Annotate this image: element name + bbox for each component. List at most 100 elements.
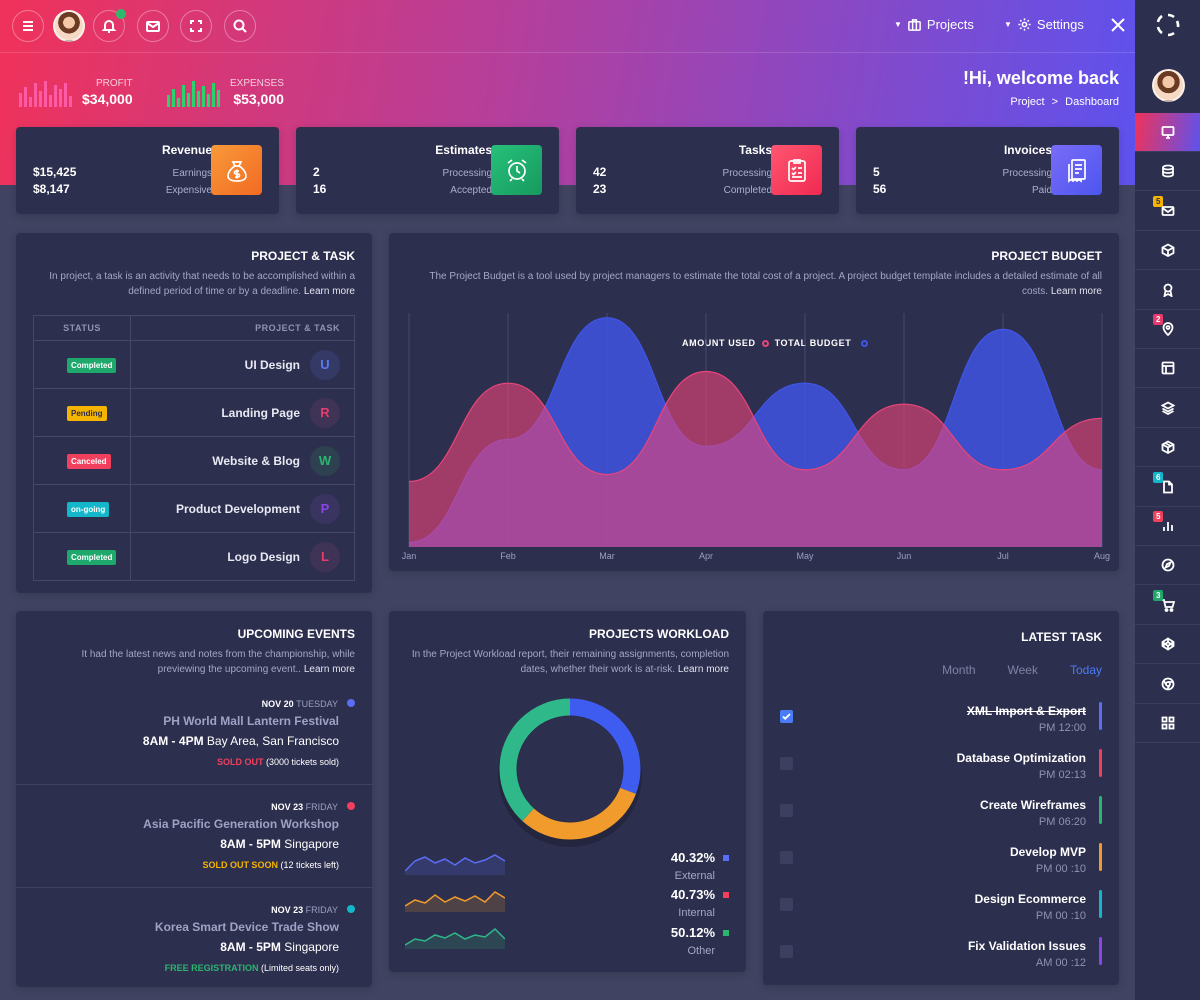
task-item: Develop MVP PM 00 :10 bbox=[763, 843, 1119, 890]
project-task-table: STATUS PROJECT & TASK Completed UI Desig… bbox=[33, 315, 355, 581]
messages-button[interactable] bbox=[137, 10, 169, 42]
legend-square bbox=[723, 929, 729, 936]
task-checkbox[interactable] bbox=[780, 851, 793, 864]
task-name: Design Ecommerce bbox=[974, 892, 1086, 906]
sidebar-item-package[interactable] bbox=[1135, 428, 1200, 468]
sidebar-item-box[interactable] bbox=[1135, 231, 1200, 271]
task-checkbox[interactable] bbox=[780, 898, 793, 911]
sidebar-item-award[interactable] bbox=[1135, 271, 1200, 310]
workload-row: 40.32% External bbox=[671, 849, 729, 882]
table-row[interactable]: Pending Landing Page R bbox=[33, 388, 355, 437]
status-badge: Completed bbox=[67, 549, 117, 565]
task-item: Create Wireframes PM 06:20 bbox=[763, 796, 1119, 843]
compass-icon bbox=[1161, 558, 1174, 572]
description-line: In project, a task is an activity that n… bbox=[49, 271, 355, 282]
task-checkbox[interactable] bbox=[780, 710, 793, 723]
task-checkbox[interactable] bbox=[780, 945, 793, 958]
tab-month[interactable]: Month bbox=[942, 663, 975, 677]
learn-more-link[interactable]: Learn more bbox=[1051, 286, 1102, 297]
sidebar-item-mail[interactable]: 5 bbox=[1135, 192, 1200, 231]
event-ticket-info: SOLD OUT (3000 tickets sold) bbox=[217, 757, 339, 767]
logo-icon[interactable] bbox=[1155, 12, 1181, 38]
task-checkbox[interactable] bbox=[780, 804, 793, 817]
sidebar-item-monitor[interactable] bbox=[1135, 113, 1200, 152]
event-item[interactable]: NOV 20 TUESDAY PH World Mall Lantern Fes… bbox=[16, 683, 372, 785]
sidebar-item-bar-chart[interactable]: 5 bbox=[1135, 507, 1200, 546]
learn-more-link[interactable]: Learn more bbox=[304, 286, 355, 297]
breadcrumb-root[interactable]: Project bbox=[1010, 96, 1044, 108]
search-button[interactable] bbox=[224, 10, 256, 42]
codepen-icon bbox=[1161, 637, 1174, 651]
project-initial-avatar: P bbox=[310, 493, 340, 524]
sidebar-item-map-pin[interactable]: 2 bbox=[1135, 310, 1200, 349]
status-badge: Pending bbox=[67, 405, 107, 421]
sidebar-badge: 5 bbox=[1153, 195, 1164, 207]
sidebar-item-layers[interactable] bbox=[1135, 389, 1200, 428]
tab-week[interactable]: Week bbox=[1008, 663, 1038, 677]
event-item[interactable]: NOV 23 FRIDAY Asia Pacific Generation Wo… bbox=[16, 786, 372, 888]
learn-more-link[interactable]: Learn more bbox=[304, 664, 355, 675]
user-avatar[interactable] bbox=[53, 10, 85, 42]
sidebar-badge: 5 bbox=[1153, 511, 1164, 522]
event-ticket-info: SOLD OUT SOON (12 tickets left) bbox=[202, 860, 339, 870]
project-name: Website & Blog bbox=[212, 453, 300, 468]
event-name[interactable]: PH World Mall Lantern Festival bbox=[163, 714, 339, 728]
sidebar-badge: 6 bbox=[1153, 471, 1164, 483]
x-tick-label: Aug bbox=[1094, 551, 1110, 561]
tab-today[interactable]: Today bbox=[1070, 663, 1102, 677]
sidebar-item-database[interactable] bbox=[1135, 152, 1200, 192]
sidebar-item-file[interactable]: 6 bbox=[1135, 468, 1200, 507]
sidebar-item-chrome[interactable] bbox=[1135, 665, 1200, 704]
caret-down-icon: ▼ bbox=[894, 20, 902, 29]
database-icon bbox=[1161, 164, 1174, 178]
notifications-button[interactable] bbox=[93, 9, 126, 42]
welcome-heading: !Hi, welcome back bbox=[962, 68, 1119, 88]
clipboard-icon bbox=[771, 145, 822, 195]
sidebar-item-codepen[interactable] bbox=[1135, 625, 1200, 665]
card-value: 2 bbox=[313, 165, 320, 179]
task-color-bar bbox=[1099, 843, 1102, 871]
expenses-sparkbars bbox=[167, 81, 220, 107]
card-title: PROJECT & TASK bbox=[251, 249, 355, 263]
chrome-icon bbox=[1161, 677, 1174, 690]
table-row[interactable]: Completed Logo Design L bbox=[33, 532, 355, 581]
card-sublabel: Expensive bbox=[165, 185, 212, 196]
menu-button[interactable] bbox=[12, 10, 44, 42]
sidebar-item-cart[interactable]: 3 bbox=[1135, 586, 1200, 625]
project-initial-avatar: L bbox=[310, 541, 340, 572]
card-description: It had the latest news and notes from th… bbox=[82, 647, 356, 677]
task-item: XML Import & Export PM 12:00 bbox=[763, 702, 1119, 749]
sidebar-item-compass[interactable] bbox=[1135, 546, 1200, 586]
fullscreen-button[interactable] bbox=[180, 10, 212, 42]
sidebar-item-layout[interactable] bbox=[1135, 349, 1200, 389]
task-time: PM 00 :10 bbox=[1035, 910, 1086, 922]
close-icon[interactable] bbox=[1108, 15, 1128, 35]
settings-menu[interactable]: ▼ Settings bbox=[1004, 17, 1084, 32]
settings-label: Settings bbox=[1036, 17, 1084, 32]
chart-legend: AMOUNT USED TOTAL BUDGET bbox=[682, 338, 869, 348]
event-dot bbox=[347, 905, 355, 913]
event-status: SOLD OUT bbox=[216, 757, 264, 767]
event-item[interactable]: NOV 23 FRIDAY Korea Smart Device Trade S… bbox=[16, 889, 372, 987]
event-time: 8AM - 5PM Singapore bbox=[220, 940, 339, 954]
table-row[interactable]: on-going Product Development P bbox=[33, 484, 355, 533]
event-hours: 8AM - 4PM bbox=[142, 734, 204, 748]
task-time: PM 12:00 bbox=[1038, 722, 1086, 734]
status-cell: Completed bbox=[33, 532, 131, 581]
task-checkbox[interactable] bbox=[780, 757, 793, 770]
workload-row: 50.12% Other bbox=[671, 924, 729, 957]
description-line: The Project Budget is a tool used by pro… bbox=[429, 271, 1102, 282]
table-row[interactable]: Canceled Website & Blog W bbox=[33, 436, 355, 485]
table-row[interactable]: Completed UI Design U bbox=[33, 340, 355, 389]
task-time: PM 06:20 bbox=[1038, 816, 1086, 828]
column-header-project: PROJECT & TASK bbox=[130, 315, 355, 341]
event-name[interactable]: Asia Pacific Generation Workshop bbox=[143, 817, 339, 831]
event-name[interactable]: Korea Smart Device Trade Show bbox=[155, 920, 339, 934]
money-bag-icon bbox=[211, 145, 262, 195]
card-title: Invoices bbox=[1003, 143, 1052, 157]
task-color-bar bbox=[1099, 937, 1102, 965]
monitor-icon bbox=[1161, 126, 1174, 139]
sidebar-user-avatar[interactable] bbox=[1152, 69, 1185, 102]
projects-menu[interactable]: ▼ Projects bbox=[894, 17, 974, 32]
sidebar-item-grid[interactable] bbox=[1135, 704, 1200, 743]
